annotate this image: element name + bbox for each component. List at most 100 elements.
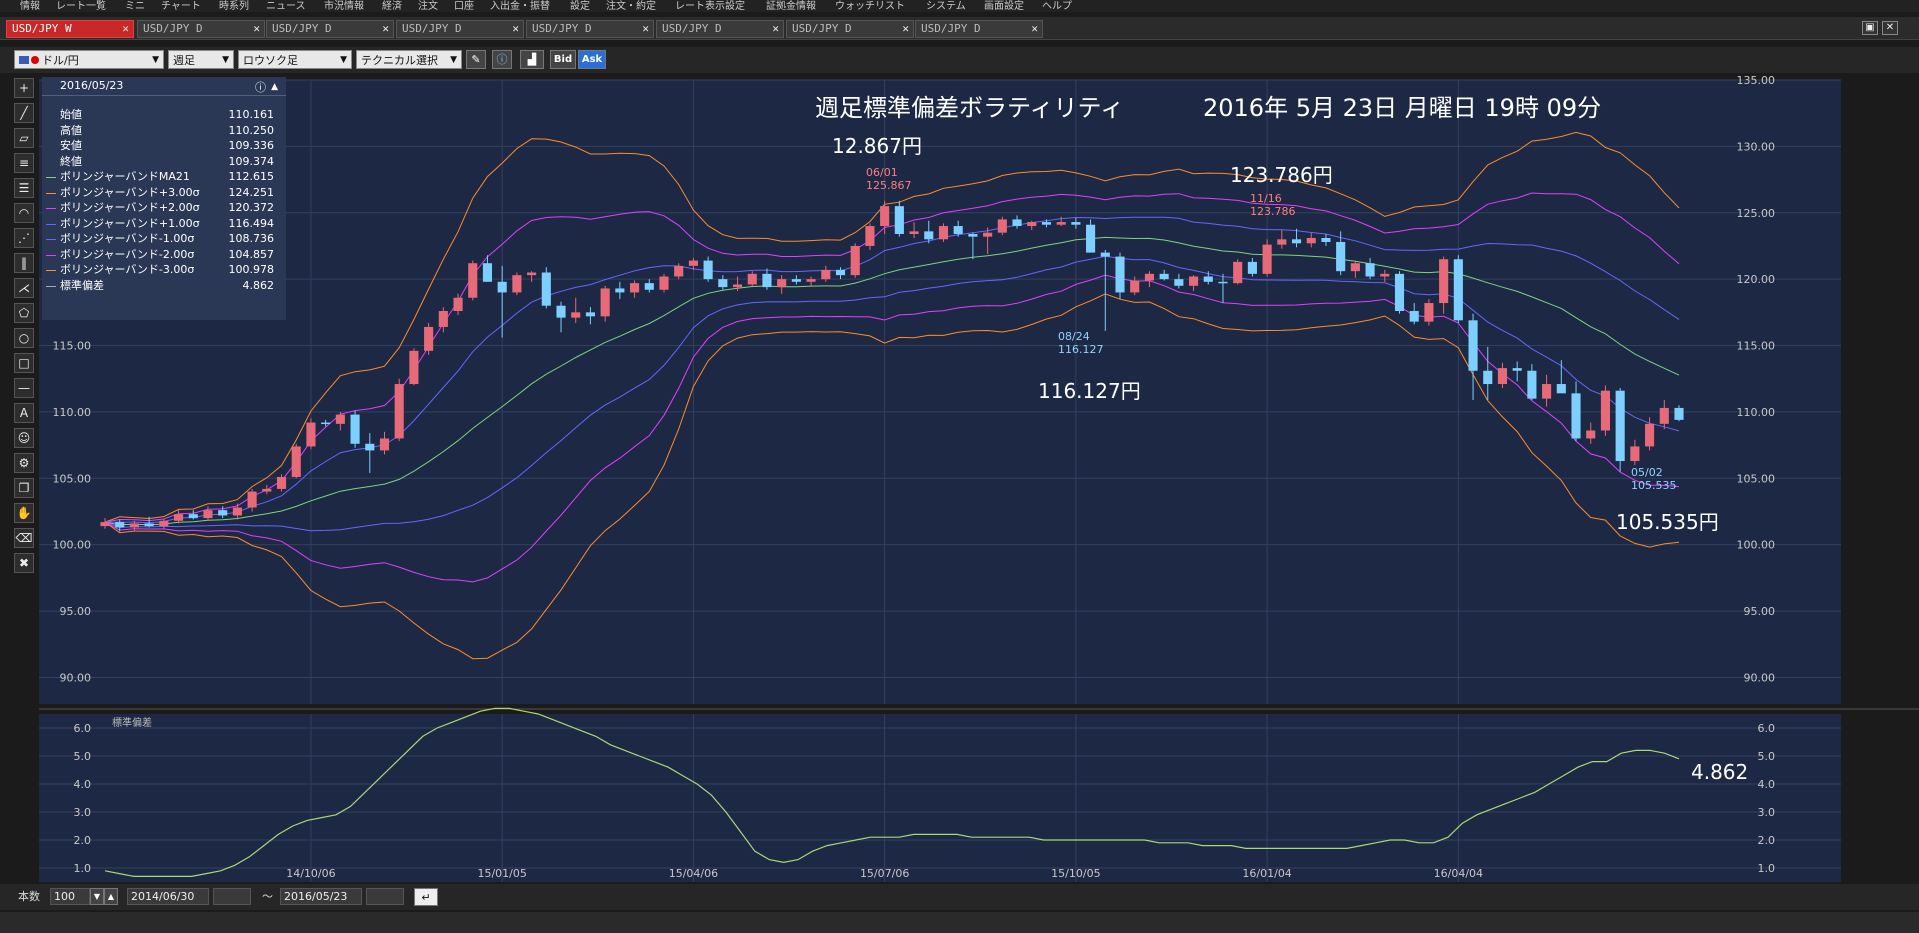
menu-item[interactable]: システム xyxy=(926,0,966,12)
fib-arc-icon[interactable]: ◠ xyxy=(14,203,34,223)
tab-close-icon[interactable]: ✕ xyxy=(772,21,779,37)
candle-body xyxy=(1659,407,1669,424)
menu-item[interactable]: 市況情報 xyxy=(324,0,364,12)
menu-item[interactable]: チャート xyxy=(161,0,201,12)
candle-body xyxy=(674,265,684,277)
tab-usdjpy[interactable]: USD/JPY D ✕ xyxy=(786,20,914,38)
annotation-high1: 12.867円 xyxy=(832,134,922,158)
tab-usdjpy[interactable]: USD/JPY D ✕ xyxy=(656,20,784,38)
count-input[interactable]: 100 xyxy=(50,888,90,905)
menu-item[interactable]: 注文 xyxy=(418,0,438,12)
candle-body xyxy=(1247,261,1257,274)
menu-item[interactable]: 入出金・振替 xyxy=(490,0,550,12)
info-icon[interactable]: ⓘ xyxy=(255,79,266,97)
tab-close-icon[interactable]: ✕ xyxy=(382,21,389,37)
chart-type-select[interactable]: ロウソク足 ▼ xyxy=(238,50,352,69)
menu-item[interactable]: レート表示設定 xyxy=(675,0,745,12)
sd-y-tick-label-left: 3.0 xyxy=(74,806,92,819)
menu-item[interactable]: 情報 xyxy=(20,0,40,12)
x-tick-label: 15/04/06 xyxy=(669,867,718,880)
tab-usdjpy[interactable]: USD/JPY D ✕ xyxy=(396,20,524,38)
to-extra-input[interactable] xyxy=(366,888,404,905)
currency-select[interactable]: ドル/円 ▼ xyxy=(14,50,164,69)
crosshair-icon[interactable]: + xyxy=(14,78,34,98)
menu-item[interactable]: ヘルプ xyxy=(1042,0,1072,12)
ask-button[interactable]: Ask xyxy=(578,50,606,69)
tab-close-icon[interactable]: ✕ xyxy=(1031,21,1038,37)
text-icon[interactable]: A xyxy=(14,403,34,423)
period-select[interactable]: 週足 ▼ xyxy=(168,50,234,69)
info-icon[interactable]: ⓘ xyxy=(492,50,512,69)
sd-y-tick-label-left: 4.0 xyxy=(74,778,92,791)
fib-retracement-icon[interactable]: ☰ xyxy=(14,178,34,198)
candle-body xyxy=(1527,370,1537,399)
circle-icon[interactable]: ○ xyxy=(14,328,34,348)
fib-time-icon[interactable]: ‖ xyxy=(14,253,34,273)
info-row: ボリンジャーバンド+2.00σ 120.372 xyxy=(42,201,286,215)
from-extra-input[interactable] xyxy=(213,888,251,905)
trendline-icon[interactable]: ╱ xyxy=(14,103,34,123)
candle-body xyxy=(688,260,698,266)
menu-item[interactable]: ニュース xyxy=(266,0,306,12)
menu-item[interactable]: 経済 xyxy=(382,0,402,12)
tab-label: USD/JPY D xyxy=(921,22,981,35)
rectangle-icon[interactable]: □ xyxy=(14,353,34,373)
from-date-input[interactable]: 2014/06/30 xyxy=(127,888,209,905)
info-row: 高値 110.250 xyxy=(42,124,286,138)
hand-icon[interactable]: ✋ xyxy=(14,503,34,523)
to-date-input[interactable]: 2016/05/23 xyxy=(280,888,362,905)
eraser-icon[interactable]: ⌫ xyxy=(14,528,34,548)
count-up-icon[interactable]: ▲ xyxy=(104,888,118,905)
eraser-all-icon[interactable]: ✖ xyxy=(14,553,34,573)
info-row: ボリンジャーバンド-3.00σ 100.978 xyxy=(42,263,286,277)
menu-item[interactable]: ミニ xyxy=(125,0,145,12)
tab-usdjpy[interactable]: USD/JPY D ✕ xyxy=(137,20,265,38)
legend-line-icon xyxy=(46,254,56,256)
pentagon-icon[interactable]: ⬠ xyxy=(14,303,34,323)
menu-item[interactable]: 時系列 xyxy=(219,0,249,12)
pitchfork-icon[interactable]: ⋌ xyxy=(14,278,34,298)
fib-fan-icon[interactable]: ⋰ xyxy=(14,228,34,248)
candle-body xyxy=(1071,222,1081,225)
tab-usdjpy[interactable]: USD/JPY D ✕ xyxy=(915,20,1043,38)
copy-icon[interactable]: ❐ xyxy=(14,478,34,498)
window-close-icon[interactable]: ✕ xyxy=(1882,21,1898,35)
info-label: ボリンジャーバンド-1.00σ xyxy=(60,232,195,245)
hline-icon[interactable]: — xyxy=(14,378,34,398)
window-restore-icon[interactable]: ▣ xyxy=(1862,21,1878,35)
candle-body xyxy=(1365,263,1375,277)
menu-item[interactable]: レート一覧 xyxy=(56,0,106,12)
refresh-icon[interactable]: ↵ xyxy=(414,888,438,906)
technical-select[interactable]: テクニカル選択 ▼ xyxy=(356,50,462,69)
menu-item[interactable]: 証拠金情報 xyxy=(766,0,816,12)
tab-close-icon[interactable]: ✕ xyxy=(512,21,519,37)
settings-icon[interactable]: ⚙ xyxy=(14,453,34,473)
menu-item[interactable]: 画面設定 xyxy=(984,0,1024,12)
tab-usdjpy[interactable]: USD/JPY D ✕ xyxy=(266,20,394,38)
sd-y-tick-label-left: 1.0 xyxy=(74,862,92,875)
menu-item[interactable]: 注文・約定 xyxy=(606,0,656,12)
emoji-icon[interactable]: ☺ xyxy=(14,428,34,448)
annotation-low1-date: 08/24 xyxy=(1058,330,1090,343)
tab-usdjpy[interactable]: USD/JPY W ✕ xyxy=(6,20,134,38)
count-down-icon[interactable]: ▼ xyxy=(90,888,104,905)
ruler-icon[interactable]: ▱ xyxy=(14,128,34,148)
tab-close-icon[interactable]: ✕ xyxy=(253,21,260,37)
annotation-low2: 105.535円 xyxy=(1616,510,1719,534)
tab-label: USD/JPY W xyxy=(12,22,72,35)
tab-close-icon[interactable]: ✕ xyxy=(902,21,909,37)
collapse-icon[interactable]: ▲ xyxy=(271,78,278,96)
hlines-icon[interactable]: ≡ xyxy=(14,153,34,173)
candle-body xyxy=(894,206,904,235)
bid-button[interactable]: Bid xyxy=(550,50,576,69)
candle-body xyxy=(1350,263,1360,272)
menu-item[interactable]: ウォッチリスト xyxy=(835,0,905,12)
y-tick-label-left: 110.00 xyxy=(53,406,92,419)
tab-close-icon[interactable]: ✕ xyxy=(122,21,129,37)
volume-icon[interactable]: ▟ xyxy=(520,50,544,69)
menu-item[interactable]: 口座 xyxy=(454,0,474,12)
pen-icon[interactable]: ✎ xyxy=(466,50,486,69)
tab-close-icon[interactable]: ✕ xyxy=(642,21,649,37)
tab-usdjpy[interactable]: USD/JPY D ✕ xyxy=(526,20,654,38)
menu-item[interactable]: 設定 xyxy=(570,0,590,12)
